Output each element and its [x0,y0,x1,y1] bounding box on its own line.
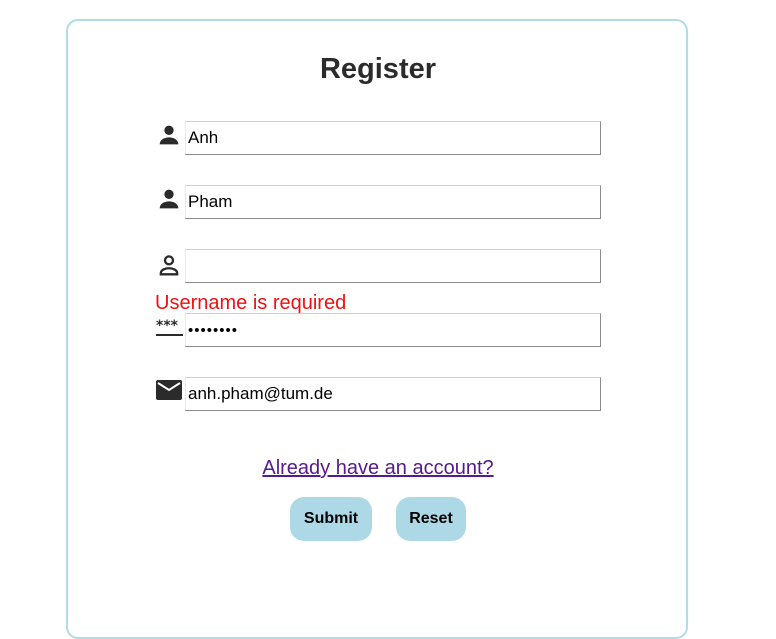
svg-text:***: *** [156,318,179,334]
first-name-row [155,121,601,155]
person-outline-icon [155,251,183,279]
password-icon: *** [155,315,183,343]
last-name-row [155,185,601,219]
email-row [155,377,601,411]
person-icon [155,185,183,213]
page-title: Register [319,53,437,85]
username-error: Username is required [155,292,347,314]
password-row: *** [155,313,601,347]
submit-button[interactable]: Submit [290,497,372,541]
person-icon [155,121,183,149]
password-input[interactable] [185,313,601,347]
reset-button[interactable]: Reset [396,497,466,541]
last-name-input[interactable] [185,185,601,219]
first-name-input[interactable] [185,121,601,155]
mail-icon [155,377,183,405]
username-input[interactable] [185,249,601,283]
login-link[interactable]: Already have an account? [0,456,756,480]
username-row [155,249,601,283]
email-input[interactable] [185,377,601,411]
